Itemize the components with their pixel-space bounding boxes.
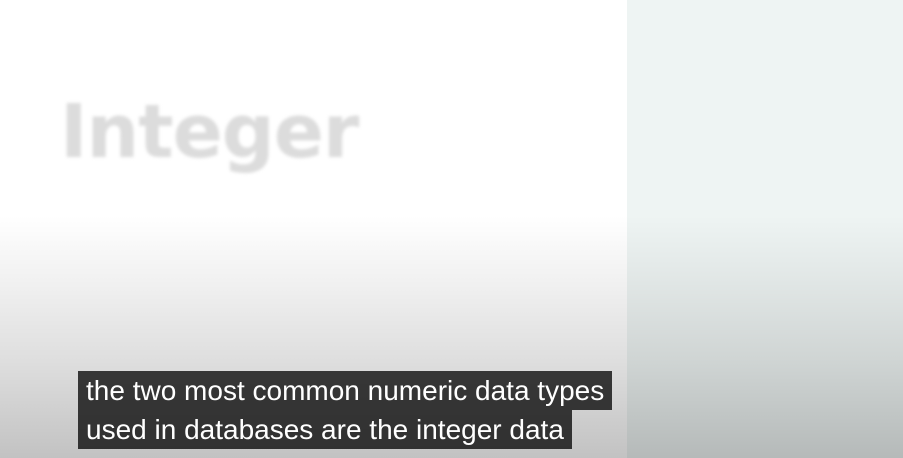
video-frame[interactable]: Integer the two most common numeric data… [0,0,903,458]
slide-right-panel [627,0,903,458]
closed-captions: the two most common numeric data types u… [78,371,613,449]
caption-line-1: the two most common numeric data types [78,371,613,410]
caption-line-2: used in databases are the integer data [78,410,572,449]
slide-title: Integer [60,89,359,175]
